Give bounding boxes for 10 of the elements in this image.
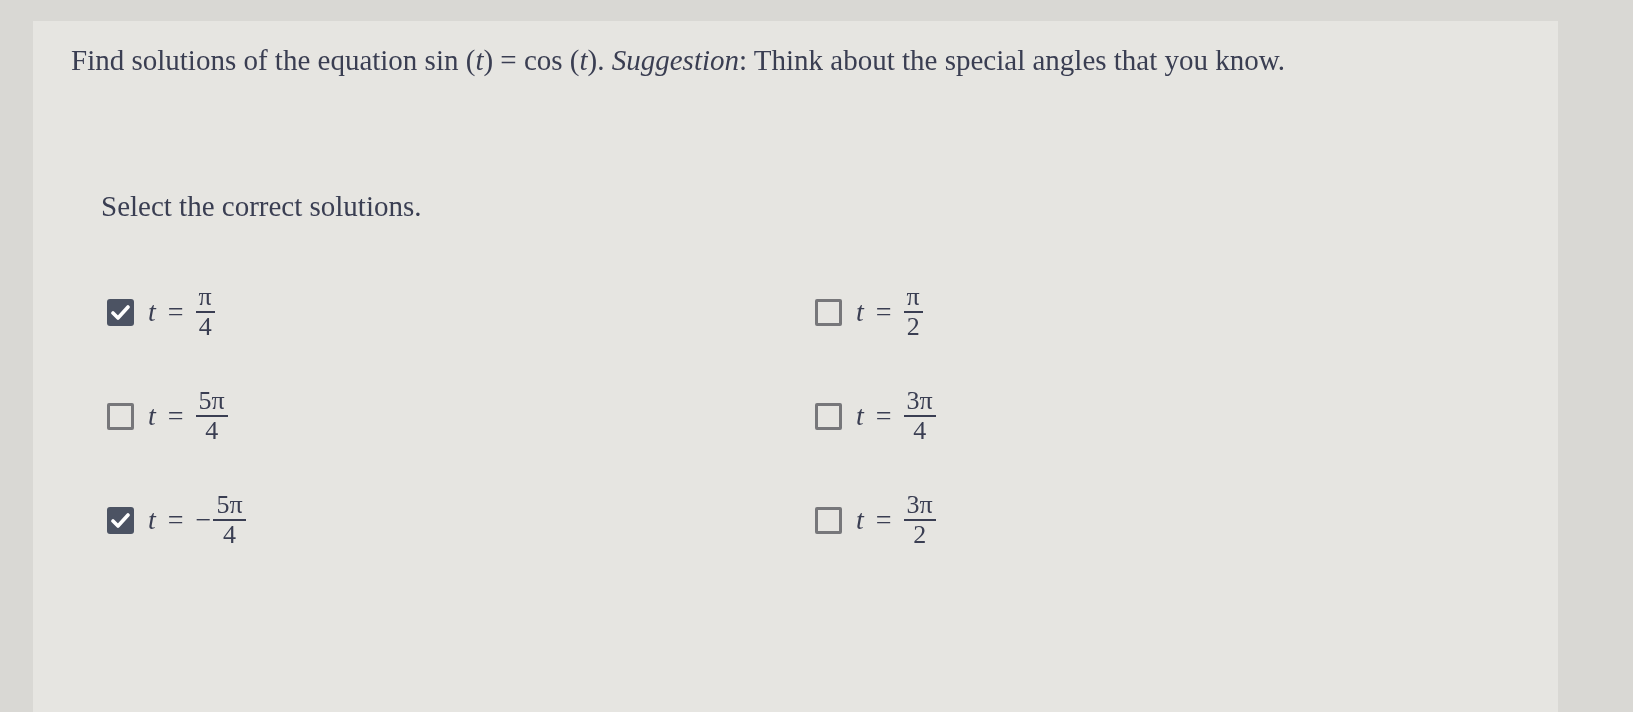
checkmark-icon (111, 512, 130, 528)
checkbox[interactable] (815, 402, 842, 430)
instruction-text: Select the correct solutions. (101, 189, 422, 223)
question-text: Find solutions of the equation sin (t) = cos (t). Suggestion: Think about the special angles that you know. (71, 43, 1286, 77)
checkmark-icon (111, 304, 130, 320)
checkbox[interactable] (815, 298, 842, 326)
checkbox[interactable] (107, 506, 134, 534)
checkbox[interactable] (107, 402, 134, 430)
checkbox[interactable] (815, 506, 842, 534)
checkbox[interactable] (107, 298, 134, 326)
